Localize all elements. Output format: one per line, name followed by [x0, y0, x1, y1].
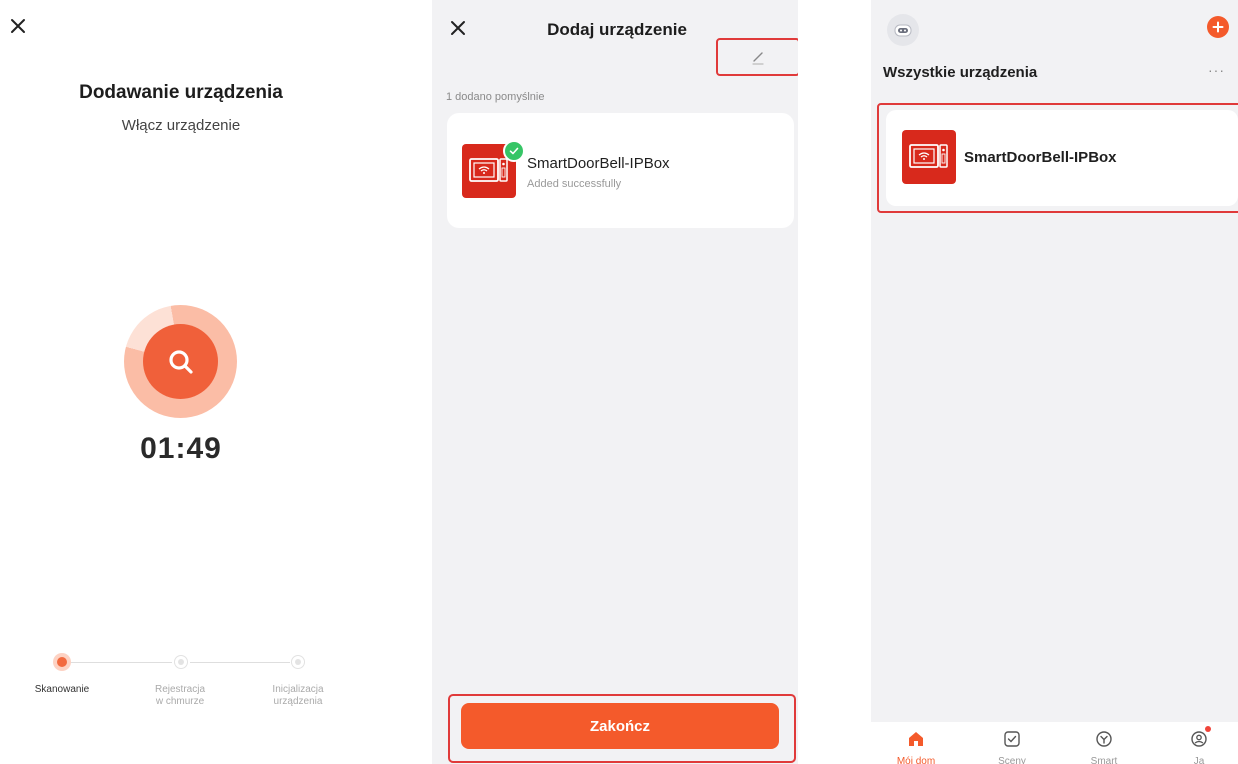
- tab-me[interactable]: Ja: [1154, 722, 1238, 764]
- device-card[interactable]: SmartDoorBell-IPBox: [886, 110, 1238, 206]
- avatar[interactable]: [887, 14, 919, 46]
- tab-label: Ja: [1193, 756, 1205, 764]
- edit-name-button[interactable]: [716, 38, 798, 76]
- scan-progress-ring: [124, 305, 237, 418]
- tab-label: Sceny: [998, 756, 1026, 764]
- step-connector: [190, 662, 290, 663]
- step-label-cloud: Rejestracja w chmurze: [154, 684, 206, 707]
- step-indicator-init: [291, 655, 305, 669]
- add-device-button[interactable]: [1207, 16, 1229, 38]
- pencil-icon: [752, 52, 764, 65]
- step-label-init: Inicjalizacja urządzenia: [272, 684, 324, 707]
- more-options-button[interactable]: ···: [1208, 62, 1225, 78]
- added-device-card: SmartDoorBell-IPBox Added successfully: [447, 113, 794, 228]
- doorbell-icon: [902, 130, 956, 184]
- close-icon[interactable]: [8, 16, 30, 38]
- user-icon: [1191, 731, 1207, 747]
- search-icon: [143, 324, 218, 399]
- success-count-label: 1 dodano pomyślnie: [446, 91, 545, 103]
- device-name: SmartDoorBell-IPBox: [527, 155, 670, 172]
- page-title: Dodaj urządzenie: [547, 20, 687, 39]
- tab-my-home[interactable]: Mój dom: [871, 722, 961, 764]
- step-indicator-scanning: [53, 653, 71, 671]
- smart-icon: [1096, 731, 1112, 747]
- tab-label: Mój dom: [896, 756, 936, 764]
- section-title: Wszystkie urządzenia: [883, 64, 1038, 81]
- finish-button[interactable]: Zakończ: [461, 703, 779, 749]
- countdown-timer: 01:49: [140, 432, 222, 465]
- tab-scenes[interactable]: Sceny: [967, 722, 1057, 764]
- tab-label: Smart: [1090, 756, 1118, 764]
- bottom-tab-bar: Mój dom Sceny Smart Ja: [871, 722, 1238, 764]
- home-screen: Wszystkie urządzenia ··· SmartDoorBell-I…: [871, 0, 1238, 764]
- device-status: Added successfully: [527, 178, 622, 190]
- step-label-scanning: Skanowanie: [34, 684, 90, 695]
- step-connector: [70, 662, 172, 663]
- device-name: SmartDoorBell-IPBox: [964, 149, 1117, 166]
- check-square-icon: [1004, 731, 1020, 747]
- tab-smart[interactable]: Smart: [1059, 722, 1149, 764]
- robot-avatar-icon: [894, 24, 912, 37]
- page-title: Dodawanie urządzenia: [79, 82, 283, 103]
- home-icon: [909, 732, 923, 746]
- step-indicator-cloud: [174, 655, 188, 669]
- scan-screen: Dodawanie urządzenia Włącz urządzenie 01…: [0, 0, 362, 764]
- notification-dot: [1205, 726, 1211, 732]
- plus-icon: [1212, 21, 1224, 33]
- check-icon: [503, 140, 525, 162]
- add-device-screen: Dodaj urządzenie 1 dodano pomyślnie Smar…: [432, 0, 798, 764]
- page-subtitle: Włącz urządzenie: [121, 117, 241, 134]
